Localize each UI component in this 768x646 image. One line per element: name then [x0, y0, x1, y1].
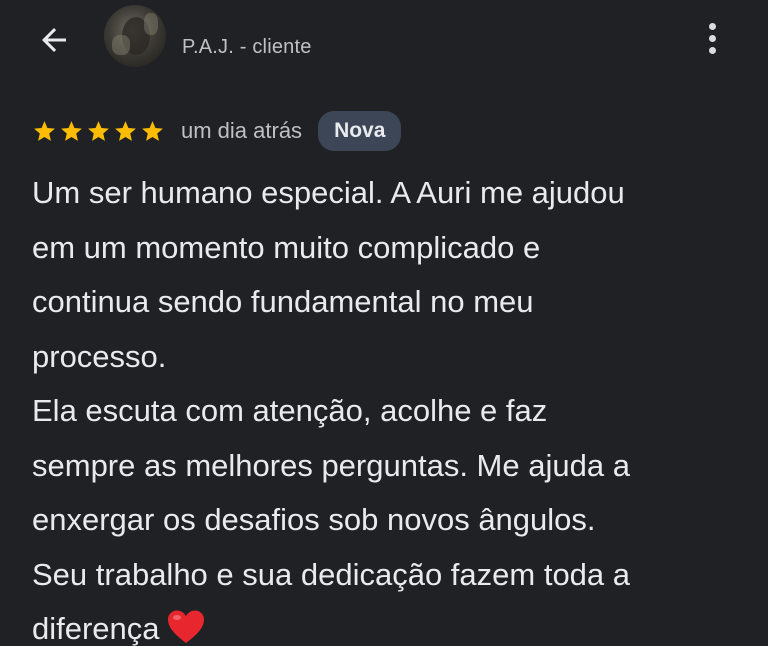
back-button[interactable] [32, 18, 76, 62]
red-heart-icon [167, 610, 204, 643]
star-icon [88, 120, 109, 141]
arrow-left-icon [42, 28, 66, 52]
more-options-button[interactable] [694, 14, 730, 62]
star-icon [142, 120, 163, 141]
review-text: Um ser humano especial. A Auri me ajudou… [32, 166, 752, 646]
review-line: enxergar os desafios sob novos ângulos. [32, 502, 596, 537]
review-line: processo. [32, 338, 167, 374]
review-line: em um momento muito complicado e [32, 229, 541, 265]
review-line: diferença [32, 611, 160, 646]
new-badge: Nova [318, 111, 402, 151]
avatar[interactable] [104, 5, 166, 67]
star-icon [34, 120, 55, 141]
review-header: P.A.J. - cliente [0, 0, 768, 80]
star-rating [32, 119, 165, 144]
review-line: Um ser humano especial. A Auri me ajudou [32, 175, 625, 210]
review-line: Ela escuta com atenção, acolhe e faz [32, 393, 548, 428]
review-line: Seu trabalho e sua dedicação fazem toda … [32, 556, 631, 592]
review-line: sempre as melhores perguntas. Me ajuda a [32, 447, 630, 483]
review-last-line: diferença [32, 602, 752, 646]
review-line: continua sendo fundamental no meu [32, 284, 534, 319]
star-icon [61, 120, 82, 141]
review-date: um dia atrás [181, 118, 303, 143]
review-screen: P.A.J. - cliente um dia atrás Nova Um se… [0, 0, 768, 646]
reviewer-name: P.A.J. - cliente [182, 36, 312, 58]
more-vert-icon [708, 22, 716, 30]
star-icon [115, 120, 136, 141]
review-meta: um dia atrás Nova [32, 110, 402, 152]
